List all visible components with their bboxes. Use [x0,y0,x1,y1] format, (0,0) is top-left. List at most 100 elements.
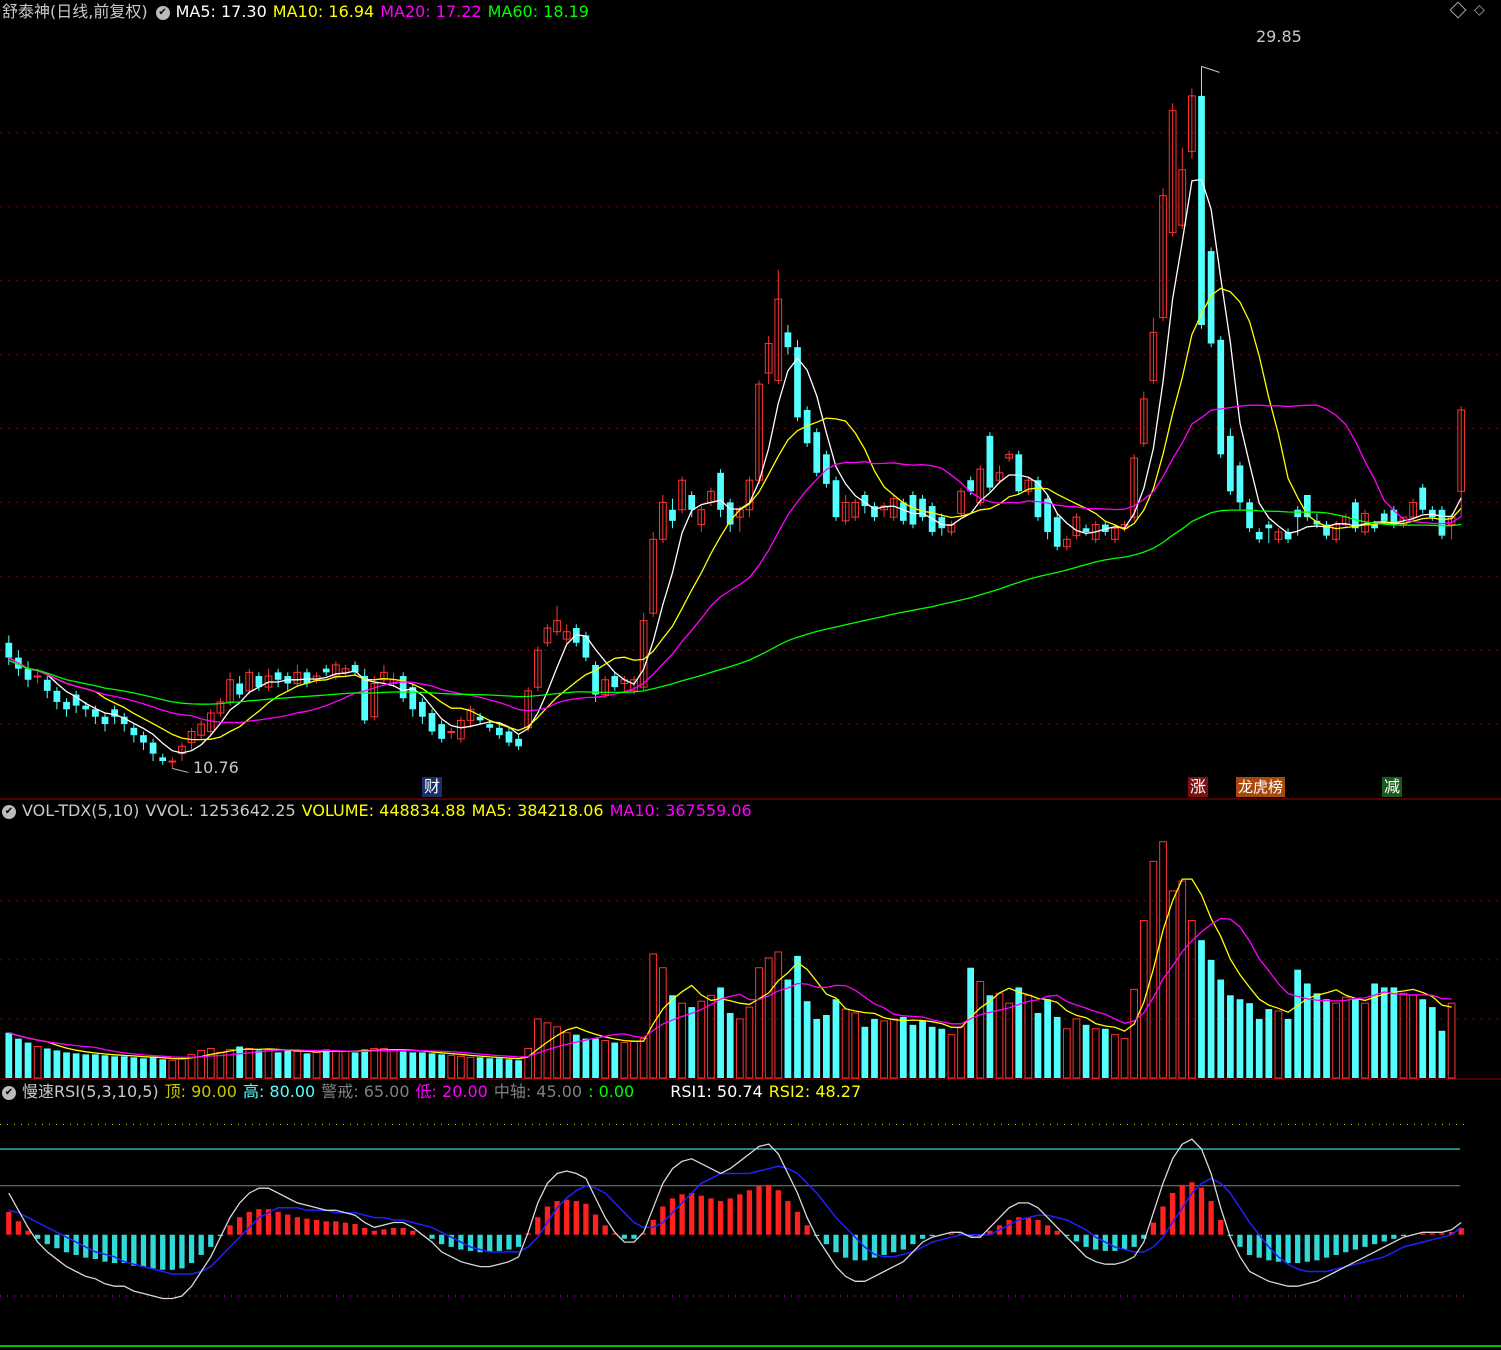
volume-bar-down [861,1026,869,1078]
rsi-warn-level: 警戒: 65.00 [321,1082,410,1101]
rsi-zero-level: : 0.00 [588,1082,635,1101]
volume-bar-down [909,1024,917,1078]
candle-body-down [428,713,436,732]
candle-body-down [236,683,244,695]
rsi-title[interactable]: 慢速RSI(5,3,10,5) [22,1082,159,1101]
candle-body-down [438,724,446,739]
volume-bar-down [15,1038,22,1078]
volume-bar-down [611,1042,619,1078]
volume-bar-down [688,1007,696,1078]
volume-bar-down [1323,999,1330,1078]
volume-bar-up [457,1055,465,1079]
event-tag-finance[interactable]: 财 [422,777,443,797]
volume-bar-up [1024,994,1033,1079]
volume-bar-down [486,1058,494,1078]
volume-bar-down [1044,999,1051,1078]
volume-bar-down [823,1014,830,1078]
volume-bar-down [255,1050,263,1078]
volume-header: ✔ VOL-TDX(5,10) VVOL: 1253642.25 VOLUME: 44… [0,800,758,822]
volume-bar-up [264,1048,273,1079]
volume-bar-up [1005,1002,1013,1079]
candle-body-down [361,676,369,721]
volume-bar-down [803,1001,811,1078]
volume-bar-down [967,967,975,1078]
candle-body-down [24,668,32,680]
volume-bar-down [236,1046,244,1078]
volume-bar-up [764,957,773,1079]
volume-bar-down [794,955,801,1078]
volume-bar-down [351,1052,359,1078]
volume-bar-down [322,1049,330,1078]
event-tag-dragon-tiger[interactable]: 龙虎榜 [1236,777,1286,797]
volume-bar-down [495,1058,503,1078]
volume-bar-down [1101,1028,1109,1078]
volume-bar-down [284,1050,292,1078]
candle-body-down [1246,502,1253,529]
volume-bar-up [206,1047,215,1079]
volume-bar-up [1091,1028,1100,1079]
volume-bar-down [399,1051,407,1078]
volume-bar-down [1390,987,1398,1078]
candle-body-down [688,494,696,510]
volume-bar-up [312,1051,321,1079]
ma20-line [8,404,1462,724]
window-menu-icon[interactable]: ◇ [1474,2,1485,18]
volume-bar-down [149,1057,157,1078]
candle-body-down [1255,531,1263,540]
volume-bar-down [303,1053,311,1078]
volume-bar-down [5,1032,13,1078]
volume-bar-down [1255,1018,1263,1078]
volume-bar-up [995,992,1004,1079]
volume-bar-down [409,1052,417,1078]
volume-bar-down [505,1059,513,1078]
event-tag-reduce[interactable]: 减 [1382,777,1403,797]
volume-bar-down [582,1038,590,1078]
volume-bar-down [1265,1009,1273,1078]
volume-title[interactable]: VOL-TDX(5,10) [22,801,139,820]
candle-body-down [1053,517,1061,547]
volume-bar-down [1015,987,1023,1078]
ma10-legend: MA10: 16.94 [272,2,375,21]
rsi-menu-icon[interactable]: ✔ [2,1085,16,1100]
rsi-low-level: 低: 20.00 [415,1082,488,1101]
stock-chart-stage [0,65,1501,1347]
volume-bar-up [178,1057,186,1079]
volume-bar-down [43,1048,51,1078]
volume-bar-down [101,1055,109,1078]
dropdown-circle-icon[interactable]: ✔ [155,5,170,20]
volume-bar-up [341,1050,350,1079]
volume-menu-icon[interactable]: ✔ [2,804,16,819]
volume-bar-down [515,1060,522,1078]
volume-bar-down [428,1053,436,1078]
volume-bar-down [130,1057,138,1078]
candle-body-down [149,742,157,754]
volume-bar-up [1409,994,1417,1079]
candle-body-down [495,727,503,736]
candle-body-down [1217,339,1225,455]
candle-body-down [717,472,724,510]
volume-bar-down [361,1049,369,1078]
volume-bar-down [476,1057,484,1078]
candle-body-down [515,738,522,747]
candle-body-down [130,727,138,736]
volume-bar-up [331,1049,340,1079]
main-header: 舒泰神(日线,前复权) ✔ MA5: 17.30 MA10: 16.94 MA20: 1… [0,1,595,23]
ma60-line [8,509,1462,705]
candle-body-down [322,668,330,673]
ma5-legend: MA5: 17.30 [175,2,267,21]
candle-body-up [447,730,456,733]
volume-bar-down [1419,999,1427,1078]
volume-bar-down [1207,959,1215,1078]
event-tag-limit-up[interactable]: 涨 [1188,777,1209,797]
volume-bar-down [1313,993,1321,1078]
volume-bar-up [601,1040,610,1079]
candle-body-down [92,709,99,717]
candle-body-down [486,724,494,728]
main-title[interactable]: 舒泰神(日线,前复权) [2,2,148,21]
candle-body-down [1015,454,1023,492]
rsi1-line [8,1138,1462,1300]
volume-bar-up [1399,992,1408,1079]
volume-bar-up [1332,1002,1341,1079]
volume-bar-down [1380,987,1388,1078]
candle-body-down [1236,465,1244,503]
